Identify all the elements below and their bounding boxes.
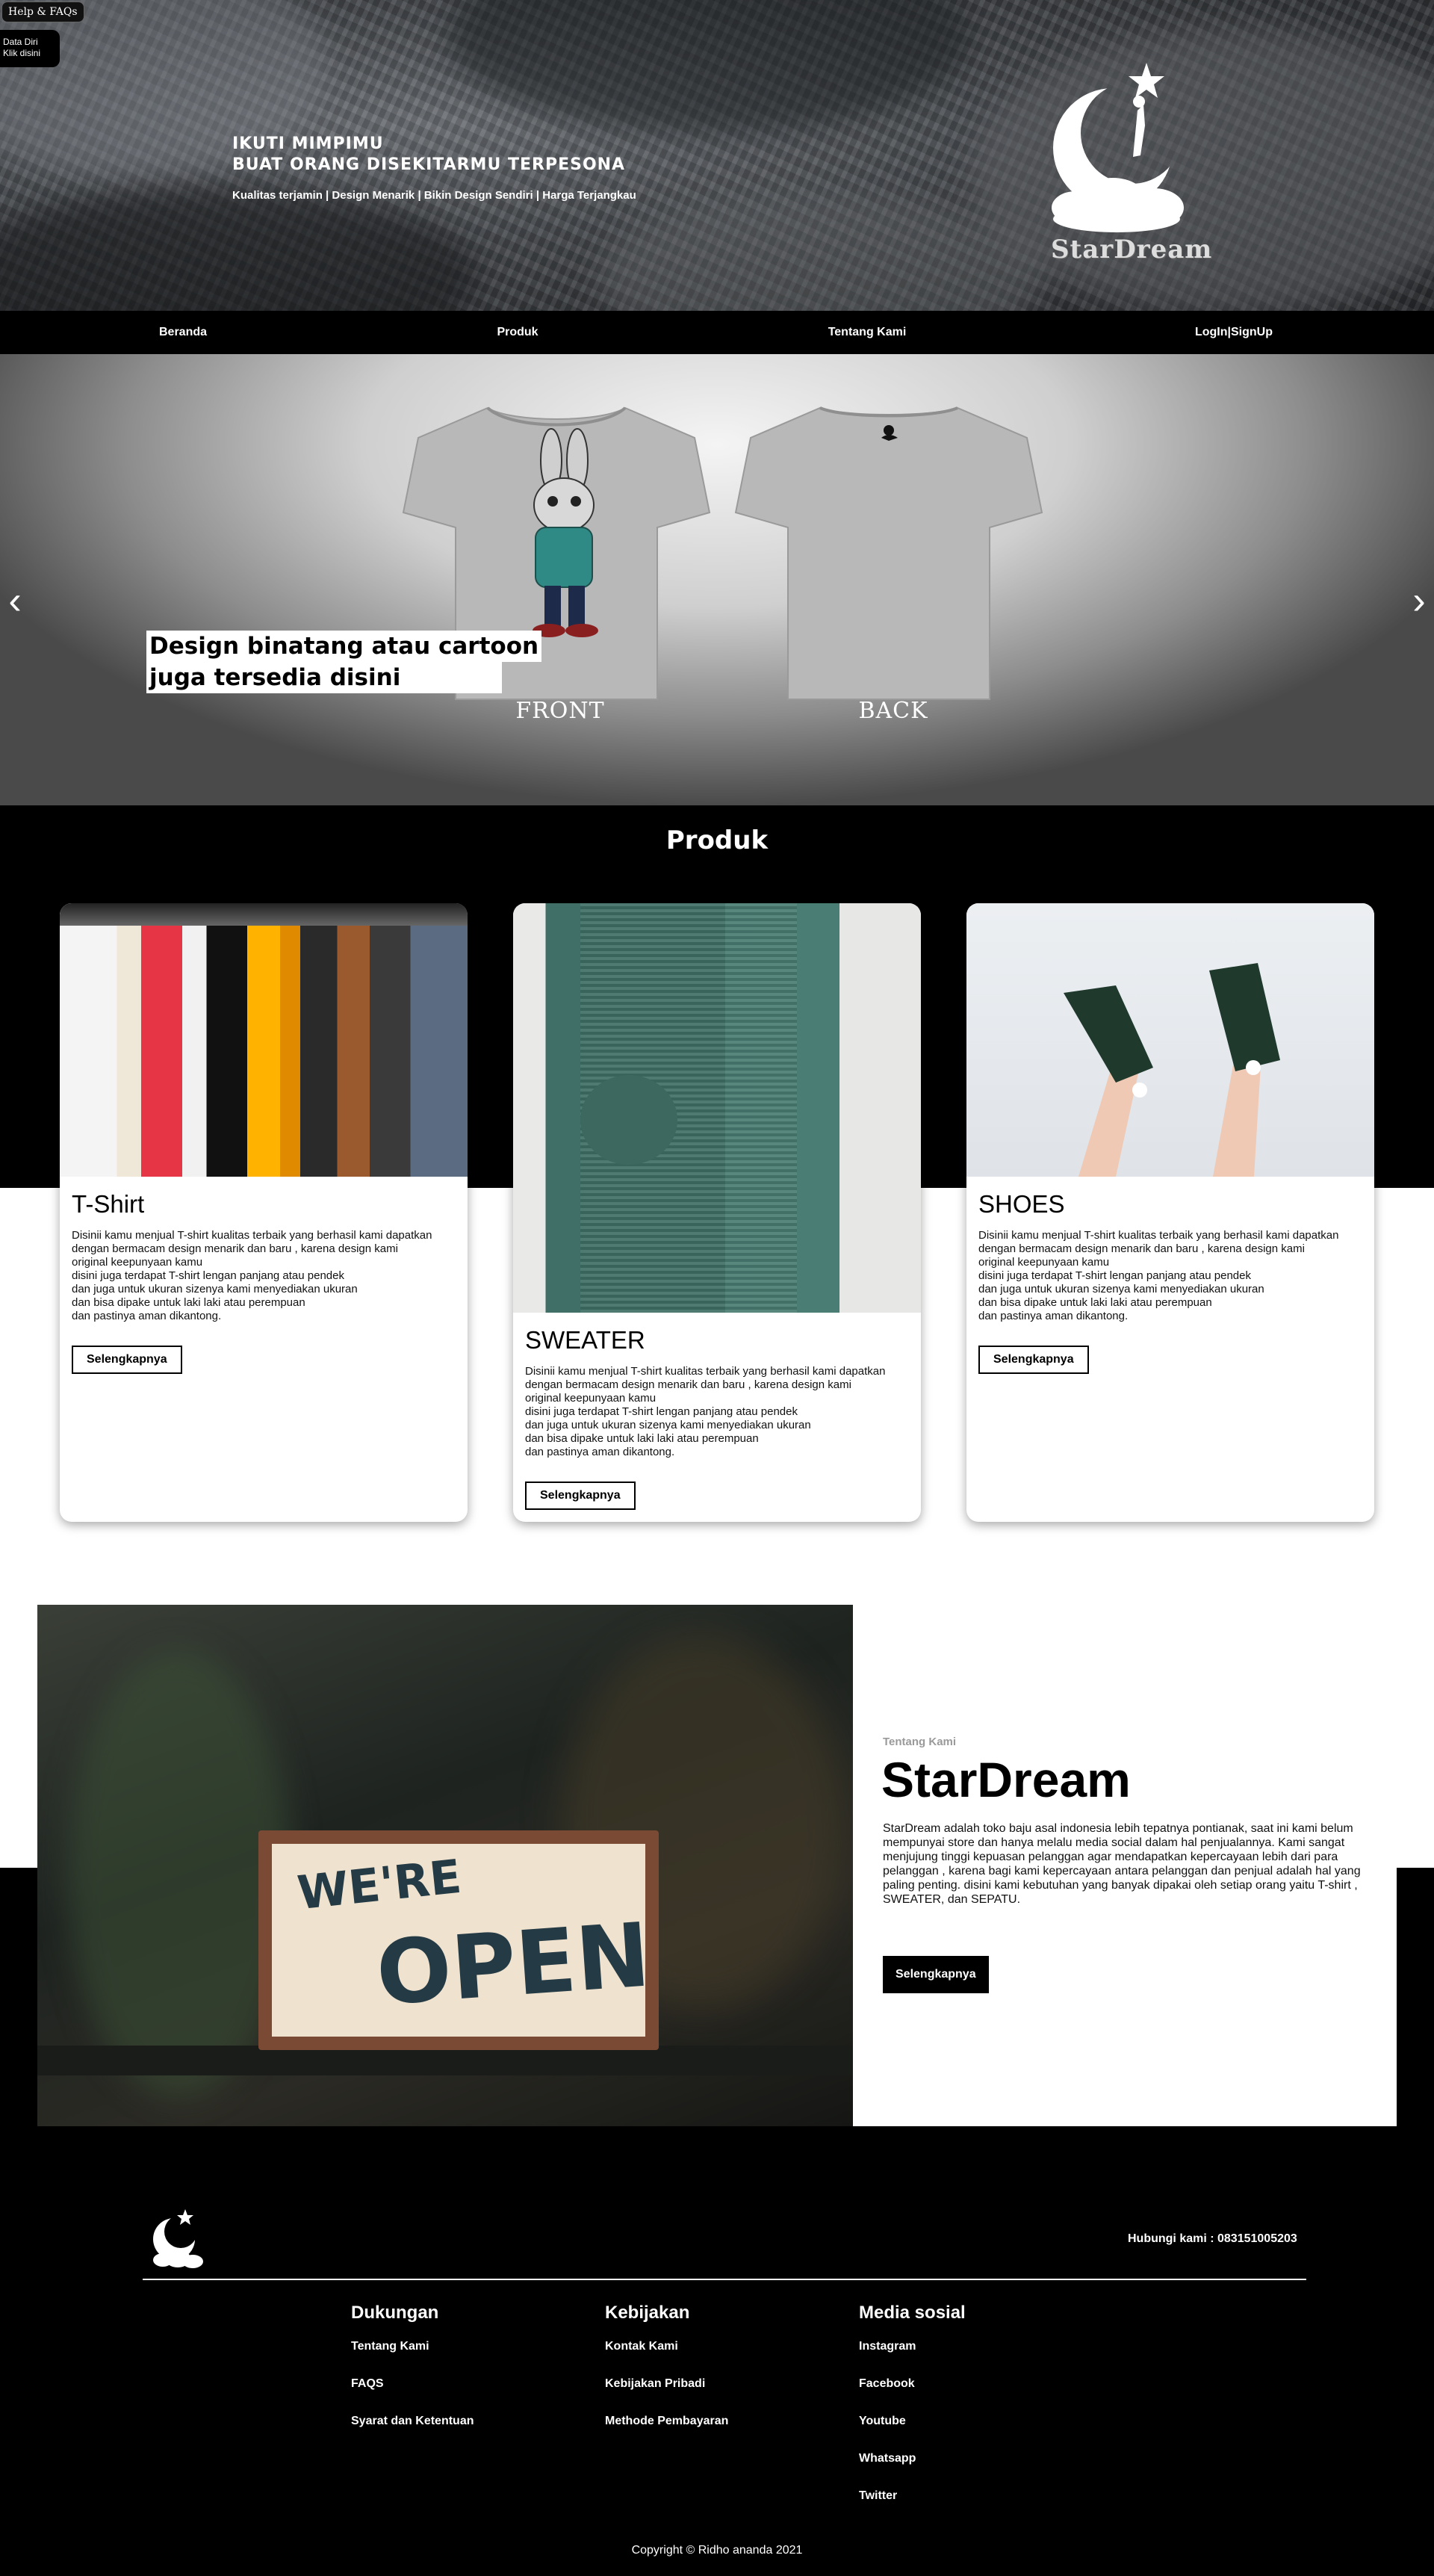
klik-disini-label: Klik disini [3, 48, 41, 58]
footer-link-methode-pembayaran[interactable]: Methode Pembayaran [605, 2415, 728, 2428]
footer: Hubungi kami : 083151005203 Dukungan Ten… [0, 2129, 1434, 2576]
footer-link-syarat[interactable]: Syarat dan Ketentuan [351, 2415, 474, 2428]
products-title: Produk [665, 826, 769, 855]
card-title-sweater: SWEATER [525, 1326, 645, 1354]
footer-link-kebijakan-pribadi[interactable]: Kebijakan Pribadi [605, 2377, 705, 2391]
card-title-shoes: SHOES [978, 1190, 1065, 1218]
hero-tagline: Kualitas terjamin | Design Menarik | Bik… [232, 189, 636, 202]
slide-caption-line-1: Design binatang atau cartoon [146, 631, 542, 662]
footer-heading-dukungan: Dukungan [351, 2303, 439, 2323]
main-navbar: Beranda Produk Tentang Kami LogIn|SignUp [0, 311, 1434, 354]
front-label: FRONT [515, 698, 605, 724]
hero-headline-1: IKUTI MIMPIMU [232, 134, 384, 153]
stardream-logo[interactable]: StarDream [1042, 58, 1213, 275]
nav-item-login-signup[interactable]: LogIn|SignUp [1174, 311, 1294, 354]
footer-heading-media-sosial: Media sosial [859, 2303, 966, 2323]
footer-link-twitter[interactable]: Twitter [859, 2489, 897, 2503]
logo-text: StarDream [1051, 235, 1213, 264]
card-desc-tshirt: Disinii kamu menjual T-shirt kualitas te… [72, 1229, 432, 1322]
footer-link-facebook[interactable]: Facebook [859, 2377, 915, 2391]
about-panel: Tentang Kami StarDream StarDream adalah … [853, 1605, 1397, 2126]
open-sign-frame: WE'RE OPEN [258, 1830, 659, 2050]
about-selengkapnya-button[interactable]: Selengkapnya [883, 1956, 989, 1993]
selengkapnya-button-sweater[interactable]: Selengkapnya [525, 1481, 636, 1510]
carousel-prev-icon[interactable]: ‹ [0, 578, 30, 623]
about-text: StarDream adalah toko baju asal indonesi… [883, 1822, 1361, 1906]
about-kicker: Tentang Kami [883, 1736, 957, 1748]
footer-link-instagram[interactable]: Instagram [859, 2340, 916, 2353]
card-desc-shoes: Disinii kamu menjual T-shirt kualitas te… [978, 1229, 1339, 1322]
sweater-image [513, 903, 921, 1313]
data-diri-button[interactable]: Data Diri Klik disini [0, 30, 60, 67]
copyright-text: Copyright © Ridho ananda 2021 [631, 2544, 803, 2557]
footer-logo-icon[interactable] [149, 2208, 205, 2271]
nav-item-beranda[interactable]: Beranda [123, 311, 243, 354]
data-diri-label: Data Diri [3, 37, 38, 47]
footer-link-kontak-kami[interactable]: Kontak Kami [605, 2340, 678, 2353]
sign-line-2: OPEN [373, 1903, 654, 2025]
product-card-sweater: SWEATER Disinii kamu menjual T-shirt kua… [513, 903, 921, 1522]
back-label: BACK [858, 698, 928, 724]
slide-caption: Design binatang atau cartoon juga tersed… [146, 631, 542, 693]
carousel-next-icon[interactable]: › [1404, 578, 1434, 623]
nav-item-tentang-kami[interactable]: Tentang Kami [807, 311, 927, 354]
were-open-sign-image: WE'RE OPEN [37, 1605, 853, 2126]
card-desc-sweater: Disinii kamu menjual T-shirt kualitas te… [525, 1365, 886, 1458]
footer-contact: Hubungi kami : 083151005203 [1128, 2232, 1297, 2245]
footer-heading-kebijakan: Kebijakan [605, 2303, 690, 2323]
product-card-tshirt: T-Shirt Disinii kamu menjual T-shirt kua… [60, 903, 468, 1522]
footer-link-youtube[interactable]: Youtube [859, 2415, 906, 2428]
hero-banner: IKUTI MIMPIMU BUAT ORANG DISEKITARMU TER… [0, 0, 1434, 311]
footer-link-faqs[interactable]: FAQS [351, 2377, 384, 2391]
slide-caption-line-2: juga tersedia disini [146, 662, 502, 693]
nav-item-produk[interactable]: Produk [458, 311, 577, 354]
about-title: StarDream [881, 1752, 1131, 1807]
selengkapnya-button-tshirt[interactable]: Selengkapnya [72, 1346, 182, 1374]
card-title-tshirt: T-Shirt [72, 1190, 145, 1218]
sign-line-1: WE'RE [294, 1848, 465, 1921]
tshirt-back-image [734, 406, 1043, 700]
product-carousel: FRONT BACK Design binatang atau cartoon … [0, 354, 1434, 805]
help-faqs-button[interactable]: Help & FAQs [1, 1, 84, 22]
product-card-shoes: SHOES Disinii kamu menjual T-shirt kuali… [966, 903, 1374, 1522]
shoes-image [966, 903, 1374, 1177]
footer-divider [143, 2279, 1306, 2280]
tshirt-rack-image [60, 903, 468, 1177]
footer-link-tentang-kami[interactable]: Tentang Kami [351, 2340, 429, 2353]
selengkapnya-button-shoes[interactable]: Selengkapnya [978, 1346, 1089, 1374]
hero-headline-2: BUAT ORANG DISEKITARMU TERPESONA [232, 155, 626, 174]
footer-link-whatsapp[interactable]: Whatsapp [859, 2452, 916, 2465]
